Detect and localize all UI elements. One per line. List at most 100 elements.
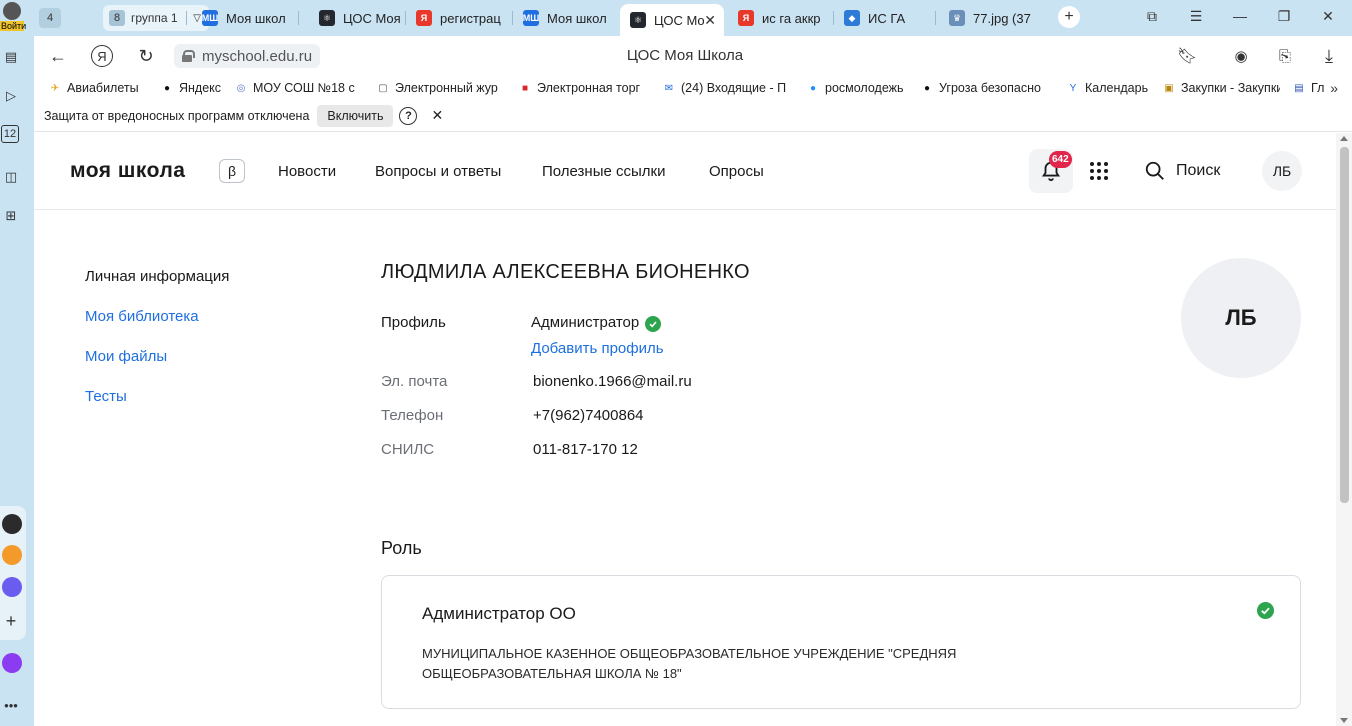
bookmark-favicon-icon: ● bbox=[809, 82, 817, 94]
services-grid-icon[interactable] bbox=[1090, 162, 1108, 180]
minimize-icon[interactable]: — bbox=[1230, 8, 1250, 24]
bookmark-item[interactable]: ◎ МОУ СОШ №18 с bbox=[234, 81, 364, 95]
tab-counter[interactable]: 4 bbox=[39, 8, 61, 28]
nav-useful-links[interactable]: Полезные ссылки bbox=[542, 163, 666, 180]
bookmark-item[interactable]: ● росмолодежь bbox=[806, 81, 908, 95]
bookmark-favicon-icon: Y bbox=[1069, 82, 1077, 94]
side-link-tests[interactable]: Тесты bbox=[85, 388, 127, 405]
extension-icon[interactable]: ◉ bbox=[1230, 45, 1252, 67]
tab-title: регистрац bbox=[440, 10, 501, 26]
tab-separator bbox=[298, 11, 299, 25]
site-logo[interactable]: моя школа bbox=[70, 159, 185, 183]
add-profile-link[interactable]: Добавить профиль bbox=[531, 340, 664, 357]
tab-title: ИС ГА bbox=[868, 10, 906, 26]
bookmark-item[interactable]: ■ Электронная торг bbox=[518, 81, 650, 95]
assistant-icon[interactable] bbox=[2, 653, 22, 673]
tab-5[interactable]: ⚛ ЦОС Мо ✕ bbox=[620, 4, 724, 36]
tab-title: Моя школ bbox=[547, 10, 607, 26]
bookmark-favicon-icon: ✈ bbox=[50, 82, 60, 94]
nav-polls[interactable]: Опросы bbox=[709, 163, 764, 180]
bookmark-item[interactable]: ▢ Электронный жур bbox=[376, 81, 506, 95]
tab-3[interactable]: Ярегистрац bbox=[406, 4, 511, 32]
add-icon[interactable]: + bbox=[0, 610, 22, 632]
close-window-icon[interactable]: ✕ bbox=[1318, 8, 1338, 25]
reading-list-icon[interactable]: ⎘ bbox=[1274, 45, 1296, 67]
side-link-personal-info[interactable]: Личная информация bbox=[85, 268, 229, 285]
play-icon[interactable]: ▷ bbox=[0, 85, 22, 107]
more-dots-icon[interactable]: ••• bbox=[0, 694, 22, 716]
tab-favicon-icon: МШ bbox=[523, 10, 539, 26]
tab-title: ЦОС Мо bbox=[654, 12, 705, 28]
more-bookmarks-icon[interactable]: » bbox=[1330, 80, 1338, 96]
bookmark-item[interactable]: ● Яндекс bbox=[160, 81, 222, 95]
side-link-files[interactable]: Мои файлы bbox=[85, 348, 167, 365]
bookmark-item[interactable]: ▤ Гл bbox=[1292, 81, 1332, 95]
bookmark-favicon-icon: ▤ bbox=[1294, 82, 1304, 94]
email-value: bionenko.1966@mail.ru bbox=[533, 373, 692, 390]
bookmark-item[interactable]: ✈ Авиабилеты bbox=[48, 81, 148, 95]
close-tab-icon[interactable]: ✕ bbox=[704, 12, 716, 29]
nav-faq[interactable]: Вопросы и ответы bbox=[375, 163, 501, 180]
calendar-icon[interactable]: 12 bbox=[1, 125, 19, 143]
bookmark-item[interactable]: Y Календарь bbox=[1066, 81, 1150, 95]
scroll-down-icon[interactable] bbox=[1340, 718, 1348, 723]
user-icon bbox=[3, 2, 21, 20]
collections-icon[interactable]: ▤ bbox=[0, 46, 22, 68]
tab-1[interactable]: МШ Моя школ bbox=[192, 4, 297, 32]
help-icon[interactable]: ? bbox=[399, 106, 418, 125]
beta-badge: β bbox=[219, 159, 245, 183]
role-verified-check-icon bbox=[1257, 602, 1274, 619]
bookmark-label: Календарь bbox=[1085, 81, 1149, 95]
page-scrollbar[interactable] bbox=[1336, 133, 1352, 726]
reload-icon[interactable]: ↻ bbox=[135, 45, 157, 67]
scroll-thumb[interactable] bbox=[1340, 147, 1349, 503]
close-icon[interactable]: ✕ bbox=[431, 107, 443, 124]
role-card[interactable]: Администратор ОО МУНИЦИПАЛЬНОЕ КАЗЕННОЕ … bbox=[381, 575, 1301, 709]
tab-6[interactable]: Яис га аккр bbox=[728, 4, 832, 32]
apps-grid-icon[interactable]: ⊞ bbox=[0, 205, 22, 227]
bookmark-item[interactable]: ● Угроза безопасно bbox=[920, 81, 1054, 95]
profile-value: Администратор bbox=[531, 314, 662, 332]
role-organization: МУНИЦИПАЛЬНОЕ КАЗЕННОЕ ОБЩЕОБРАЗОВАТЕЛЬН… bbox=[422, 646, 957, 681]
tab-7[interactable]: ◆ ИС ГА bbox=[834, 4, 934, 32]
login-button[interactable]: Войти bbox=[0, 2, 26, 34]
search-button[interactable]: Поиск bbox=[1144, 160, 1220, 182]
enable-protection-button[interactable]: Включить bbox=[317, 104, 394, 127]
profile-avatar[interactable]: ЛБ bbox=[1181, 258, 1301, 378]
zen-icon[interactable] bbox=[2, 545, 22, 565]
bookmark-icon[interactable]: 🔖︎ bbox=[1176, 45, 1198, 67]
tab-separator bbox=[935, 11, 936, 25]
alice-icon[interactable] bbox=[2, 514, 22, 534]
bookmark-label: Авиабилеты bbox=[67, 81, 139, 95]
scroll-up-icon[interactable] bbox=[1340, 136, 1348, 141]
bookmark-label: (24) Входящие - П bbox=[681, 81, 787, 95]
url-field[interactable]: myschool.edu.ru bbox=[174, 44, 321, 68]
bookmark-favicon-icon: ✉ bbox=[664, 82, 674, 94]
lock-icon bbox=[182, 50, 195, 62]
menu-icon[interactable]: ☰ bbox=[1186, 8, 1206, 25]
security-infobar: Защита от вредоносных программ отключена… bbox=[34, 100, 1352, 132]
messenger-icon[interactable] bbox=[2, 577, 22, 597]
user-avatar-button[interactable]: ЛБ bbox=[1262, 151, 1302, 191]
bookmark-favicon-icon: ● bbox=[923, 82, 931, 94]
bookmark-item[interactable]: ▣ Закупки - Закупки bbox=[1162, 81, 1280, 95]
side-link-library[interactable]: Моя библиотека bbox=[85, 308, 199, 325]
tab-4[interactable]: МШ Моя школ bbox=[513, 4, 618, 32]
tab-manager-icon[interactable]: ⧉ bbox=[1142, 8, 1162, 25]
tab-2[interactable]: ⚛ ЦОС Моя bbox=[309, 4, 404, 32]
search-icon bbox=[1145, 161, 1164, 180]
tab-favicon-icon: Я bbox=[416, 10, 432, 26]
back-arrow-icon[interactable]: ← bbox=[47, 45, 69, 67]
new-tab-button[interactable]: + bbox=[1058, 6, 1080, 28]
tab-8[interactable]: ♛ 77.jpg (37 bbox=[939, 4, 1043, 32]
yandex-icon[interactable]: Я bbox=[91, 45, 113, 67]
restore-icon[interactable]: ❐ bbox=[1274, 8, 1294, 25]
bookmark-item[interactable]: ✉ (24) Входящие - П bbox=[662, 81, 794, 95]
screenshot-icon[interactable]: ◫ bbox=[0, 166, 22, 188]
tab-favicon-icon: ◆ bbox=[844, 10, 860, 26]
notifications-badge: 642 bbox=[1049, 151, 1072, 168]
bookmark-favicon-icon: ■ bbox=[521, 82, 529, 94]
download-icon[interactable]: ⤓ bbox=[1318, 45, 1340, 67]
bookmark-favicon-icon: ▣ bbox=[1164, 82, 1174, 94]
nav-news[interactable]: Новости bbox=[278, 163, 336, 180]
